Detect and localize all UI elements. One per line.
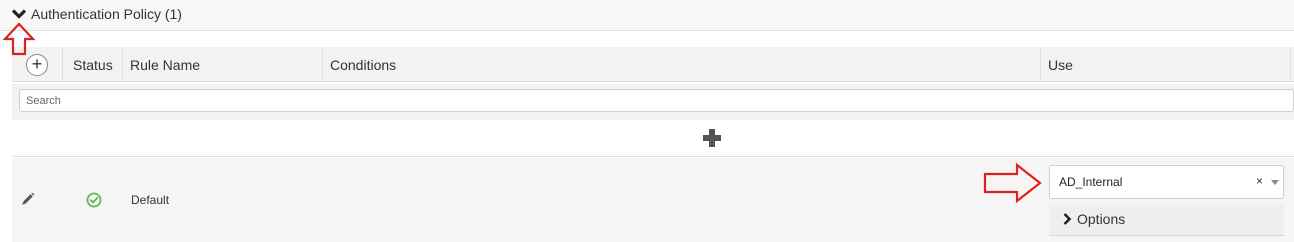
column-separator: [1290, 47, 1291, 82]
column-header-use[interactable]: Use: [1048, 57, 1073, 73]
section-header[interactable]: Authentication Policy (1): [0, 0, 1294, 31]
section-title: Authentication Policy (1): [31, 6, 182, 22]
pencil-icon[interactable]: [21, 192, 35, 206]
column-separator: [322, 47, 323, 82]
column-header-status[interactable]: Status: [73, 57, 113, 73]
use-selected-value: AD_Internal: [1059, 175, 1123, 189]
options-label: Options: [1077, 211, 1126, 227]
search-input[interactable]: [19, 89, 1294, 112]
check-circle-icon: [86, 192, 102, 208]
plus-icon[interactable]: [702, 128, 722, 148]
authentication-policy-panel: Authentication Policy (1) + Status Rule …: [0, 0, 1294, 242]
clear-icon[interactable]: ×: [1256, 174, 1263, 188]
column-header-rule-name[interactable]: Rule Name: [130, 57, 200, 73]
chevron-right-icon: [1063, 213, 1072, 225]
rule-name[interactable]: Default: [131, 193, 169, 207]
caret-down-icon[interactable]: [1271, 180, 1279, 185]
add-rule-row: [12, 120, 1294, 157]
column-separator: [1040, 47, 1041, 82]
chevron-down-icon[interactable]: [11, 6, 27, 22]
column-header-conditions[interactable]: Conditions: [330, 57, 396, 73]
annotation-arrow-up: [3, 22, 35, 56]
use-select[interactable]: AD_Internal ×: [1049, 165, 1284, 199]
column-separator: [122, 47, 123, 82]
search-row: [12, 84, 1294, 120]
options-toggle[interactable]: Options: [1049, 204, 1284, 236]
annotation-arrow-right: [983, 163, 1042, 203]
table-row: Default AD_Internal × Options: [12, 158, 1294, 242]
table-header-row: + Status Rule Name Conditions Use: [12, 47, 1294, 82]
column-separator: [62, 47, 63, 82]
add-rule-circle-button[interactable]: +: [26, 54, 48, 76]
